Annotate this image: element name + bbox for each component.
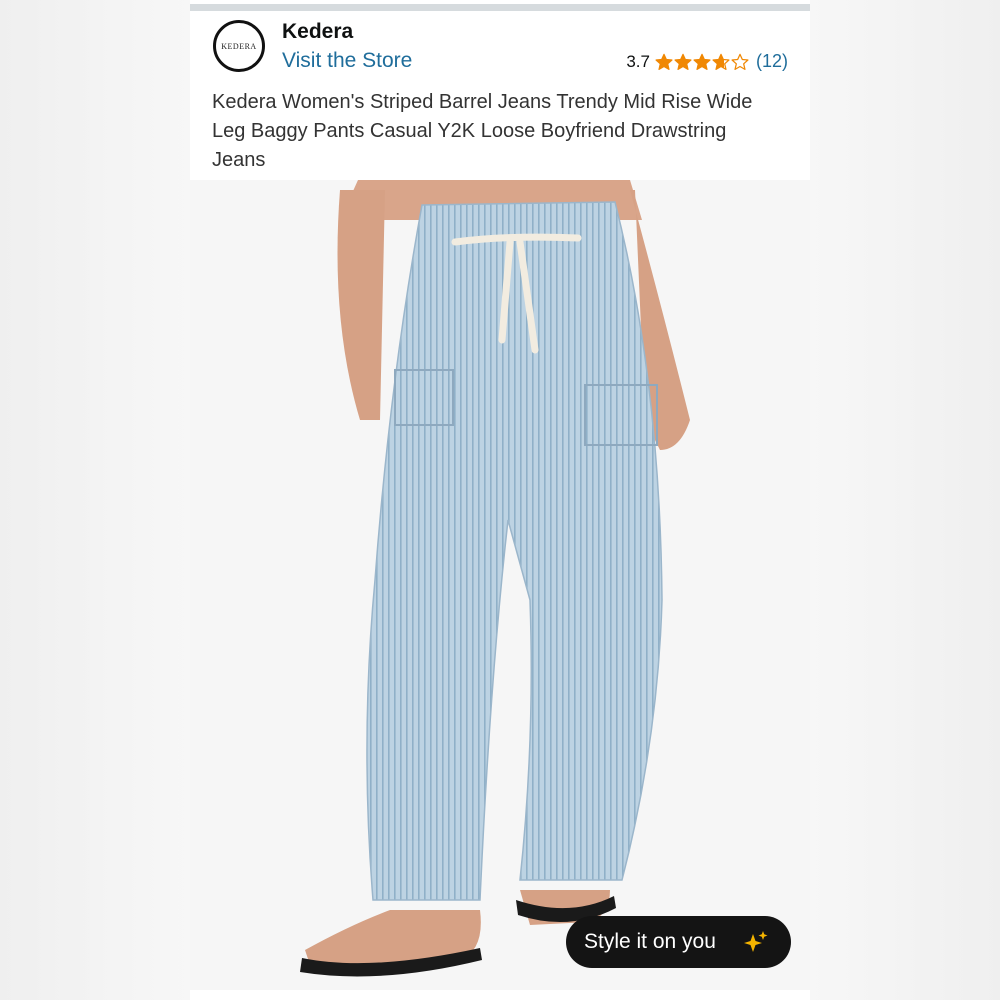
sparkle-icon	[744, 931, 768, 952]
product-photo	[300, 180, 690, 977]
store-name: Kedera	[282, 20, 354, 43]
star-icon	[731, 53, 749, 70]
visit-store-link[interactable]: Visit the Store	[282, 49, 412, 73]
rating-summary[interactable]: 3.7 (12)	[626, 51, 788, 72]
top-divider	[190, 4, 810, 11]
star-icon	[712, 53, 730, 70]
star-icon	[655, 53, 673, 70]
product-title: Kedera Women's Striped Barrel Jeans Tren…	[212, 91, 753, 171]
star-icon	[693, 53, 711, 70]
store-logo-text: KEDERA	[221, 41, 257, 51]
style-it-on-you-button[interactable]: Style it on you	[566, 916, 791, 968]
rating-value: 3.7	[626, 51, 650, 71]
style-it-label: Style it on you	[584, 930, 716, 953]
page-background-right	[810, 0, 1000, 1000]
star-rating	[655, 53, 749, 71]
bottom-divider	[190, 990, 810, 1000]
left-arm	[337, 190, 385, 420]
page-background-left	[0, 0, 190, 1000]
rating-count[interactable]: (12)	[756, 51, 788, 72]
jeans	[366, 201, 663, 901]
star-icon	[674, 53, 692, 70]
product-image[interactable]	[190, 180, 810, 990]
product-card: KEDERA Kedera Visit the Store 3.7 (12) K…	[190, 0, 810, 1000]
store-logo[interactable]: KEDERA	[213, 20, 265, 72]
